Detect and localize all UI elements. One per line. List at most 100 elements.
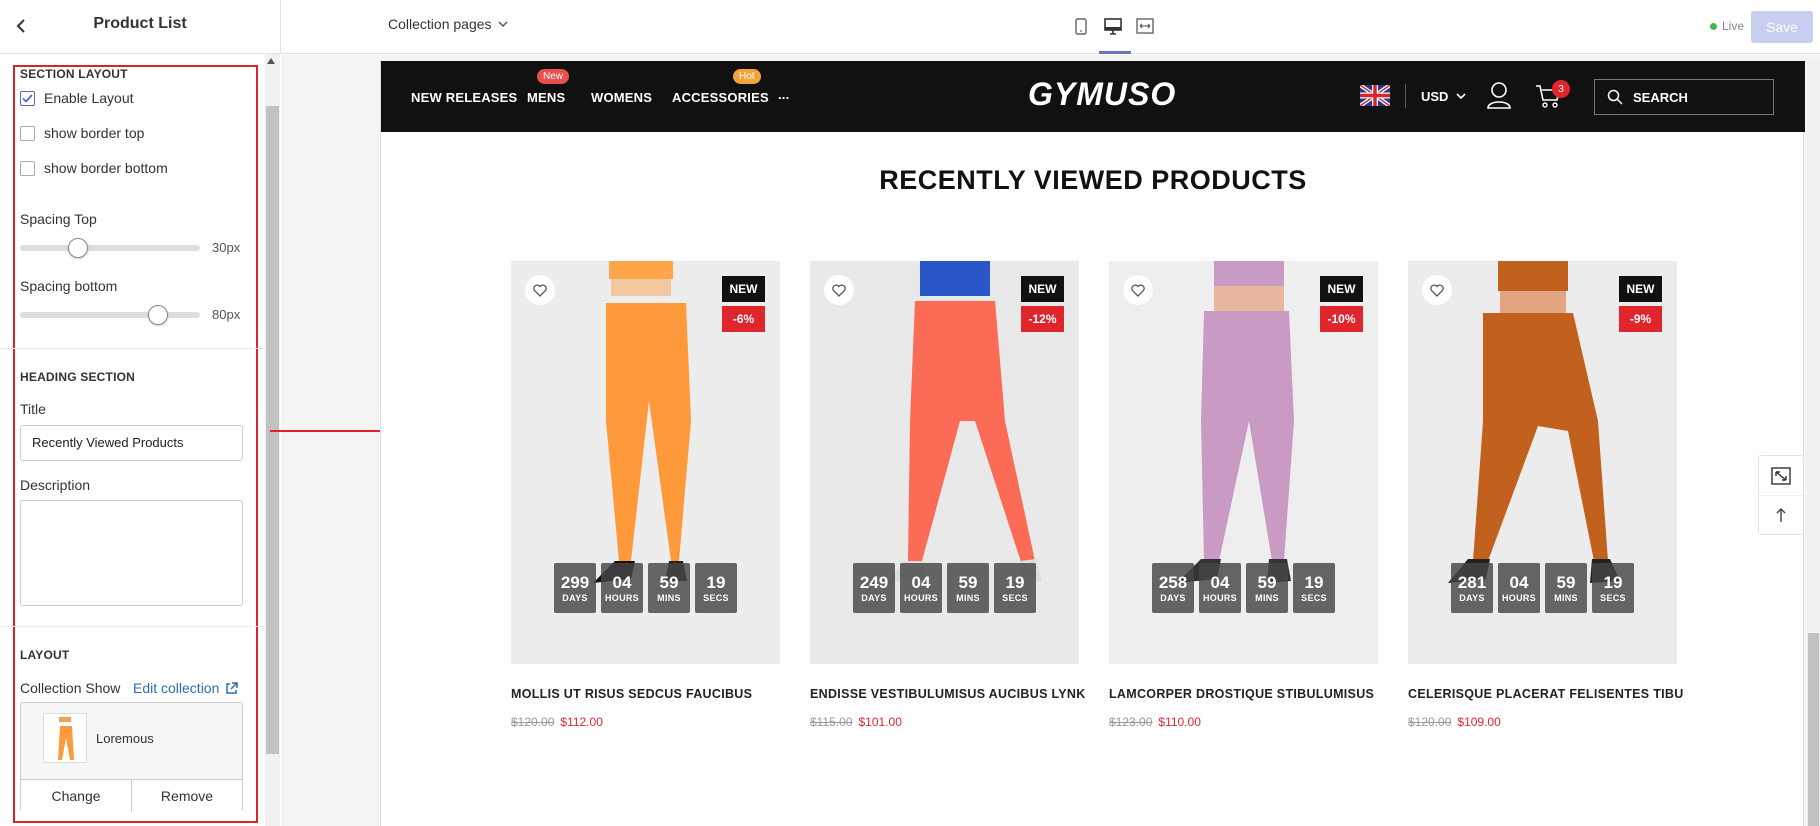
desktop-icon — [1104, 17, 1122, 35]
new-badge: NEW — [722, 276, 765, 302]
page-title: Product List — [93, 15, 187, 32]
checkbox-unchecked[interactable] — [20, 160, 35, 176]
countdown-days-label: DAYS — [861, 592, 887, 603]
border-bottom-checkbox[interactable]: show border bottom — [20, 160, 168, 176]
spacing-bottom-slider[interactable] — [20, 312, 200, 318]
title-input[interactable]: Recently Viewed Products — [20, 425, 243, 461]
store-search-input[interactable]: SEARCH — [1594, 79, 1774, 115]
description-textarea[interactable] — [20, 500, 243, 606]
countdown-days-label: DAYS — [1160, 592, 1186, 603]
preview-scrollbar-thumb[interactable] — [1808, 633, 1819, 826]
countdown-mins-label: MINS — [1255, 592, 1279, 603]
countdown-days-value: 281 — [1457, 572, 1487, 592]
mobile-view-button[interactable] — [1070, 14, 1092, 38]
countdown-mins: 59 MINS — [648, 563, 690, 613]
product-price: $115.00 $101.00 — [810, 715, 1079, 729]
countdown-days-value: 258 — [1158, 572, 1188, 592]
search-placeholder: SEARCH — [1633, 89, 1688, 105]
product-title[interactable]: MOLLIS UT RISUS SEDCUS FAUCIBUS — [511, 687, 780, 701]
desktop-view-button[interactable] — [1102, 14, 1124, 38]
countdown-secs: 19 SECS — [695, 563, 737, 613]
product-image[interactable]: NEW -10% 258 DAYS 04 HOURS 59 MINS 19 SECS — [1109, 261, 1378, 664]
countdown-secs-value: 19 — [1005, 572, 1025, 592]
compare-price: $120.00 — [511, 715, 555, 729]
product-image[interactable]: NEW -9% 281 DAYS 04 HOURS 59 MINS 19 SECS — [1408, 261, 1677, 664]
user-icon[interactable] — [1486, 81, 1512, 109]
discount-badge: -9% — [1619, 306, 1662, 332]
countdown-hours: 04 HOURS — [1199, 563, 1241, 613]
countdown-secs-value: 19 — [1304, 572, 1324, 592]
nav-item-more[interactable]: ... — [778, 87, 789, 102]
save-button[interactable]: Save — [1751, 11, 1813, 43]
countdown-mins: 59 MINS — [947, 563, 989, 613]
enable-layout-checkbox[interactable]: Enable Layout — [20, 90, 134, 106]
countdown-secs: 19 SECS — [1592, 563, 1634, 613]
countdown-mins-value: 59 — [659, 572, 679, 592]
currency-label: USD — [1421, 89, 1449, 104]
scroll-up-arrow-icon[interactable] — [267, 58, 275, 64]
fullwidth-view-button[interactable] — [1134, 14, 1156, 38]
change-button[interactable]: Change — [21, 780, 131, 812]
edit-collection-link[interactable]: Edit collection — [133, 680, 239, 696]
product-title[interactable]: CELERISQUE PLACERAT FELISENTES TIBU — [1408, 687, 1683, 701]
product-image[interactable]: NEW -6% 299 DAYS 04 HOURS 59 MINS 19 SECS — [511, 261, 780, 664]
scroll-top-button[interactable] — [1759, 495, 1803, 534]
spacing-bottom-label: Spacing bottom — [20, 278, 118, 294]
nav-item-new-releases[interactable]: NEW RELEASES — [411, 90, 517, 105]
heart-icon — [832, 283, 846, 297]
discount-badge: -12% — [1021, 306, 1064, 332]
product-image[interactable]: NEW -12% 249 DAYS 04 HOURS 59 MINS 19 SECS — [810, 261, 1079, 664]
countdown-mins-label: MINS — [1554, 592, 1578, 603]
border-top-checkbox[interactable]: show border top — [20, 125, 144, 141]
external-link-icon — [226, 681, 239, 694]
checkbox-unchecked[interactable] — [20, 125, 35, 141]
nav-item-accessories[interactable]: ACCESSORIES — [672, 90, 769, 105]
countdown-hours: 04 HOURS — [601, 563, 643, 613]
chevron-down-icon — [497, 20, 508, 27]
nav-item-womens[interactable]: WOMENS — [591, 90, 652, 105]
sale-price: $110.00 — [1158, 715, 1201, 729]
uk-flag-icon[interactable] — [1360, 85, 1390, 106]
checkbox-checked[interactable] — [20, 90, 35, 106]
layout-heading: LAYOUT — [20, 648, 70, 662]
collection-show-label: Collection Show — [20, 680, 121, 696]
countdown-days: 281 DAYS — [1451, 563, 1493, 613]
sale-price: $101.00 — [858, 715, 902, 729]
wishlist-button[interactable] — [824, 275, 854, 305]
nav-item-mens[interactable]: MENS — [527, 90, 565, 105]
currency-selector[interactable]: USD — [1421, 89, 1467, 104]
nav-badge-new: New — [537, 69, 570, 84]
countdown-mins-label: MINS — [657, 592, 681, 603]
countdown-secs-value: 19 — [706, 572, 726, 592]
product-card[interactable]: NEW -10% 258 DAYS 04 HOURS 59 MINS 19 SECS L… — [1109, 261, 1378, 729]
wishlist-button[interactable] — [1422, 275, 1452, 305]
store-logo[interactable]: GYMUSO — [1028, 76, 1176, 113]
product-card[interactable]: NEW -9% 281 DAYS 04 HOURS 59 MINS 19 SECS CE… — [1408, 261, 1683, 729]
sale-price: $112.00 — [560, 715, 603, 729]
divider — [280, 0, 281, 54]
product-title[interactable]: ENDISSE VESTIBULUMISUS AUCIBUS LYNK — [810, 687, 1085, 701]
spacing-top-slider[interactable] — [20, 245, 200, 251]
spacing-bottom-slider-handle[interactable] — [148, 305, 168, 325]
countdown-mins-value: 59 — [1257, 572, 1277, 592]
product-card[interactable]: NEW -12% 249 DAYS 04 HOURS 59 MINS 19 SECS E… — [810, 261, 1085, 729]
product-price: $123.00 $110.00 — [1109, 715, 1378, 729]
product-title[interactable]: LAMCORPER DROSTIQUE STIBULUMISUS — [1109, 687, 1378, 701]
product-card[interactable]: NEW -6% 299 DAYS 04 HOURS 59 MINS 19 SECS MO… — [511, 261, 780, 729]
wishlist-button[interactable] — [1123, 275, 1153, 305]
wishlist-button[interactable] — [525, 275, 555, 305]
device-switcher — [1070, 14, 1156, 38]
active-device-indicator — [1099, 51, 1131, 54]
floating-toolbar — [1758, 455, 1804, 535]
countdown-hours-label: HOURS — [903, 592, 938, 603]
live-status: Live — [1710, 19, 1744, 33]
template-dropdown[interactable]: Collection pages — [388, 16, 508, 32]
resize-icon — [1771, 466, 1791, 485]
spacing-top-slider-handle[interactable] — [68, 238, 88, 258]
remove-button[interactable]: Remove — [131, 780, 242, 812]
spacing-bottom-value: 80px — [212, 307, 241, 322]
countdown-days-value: 249 — [859, 572, 889, 592]
countdown-timer: 281 DAYS 04 HOURS 59 MINS 19 SECS — [1451, 563, 1634, 613]
resize-button[interactable] — [1759, 456, 1803, 495]
countdown-hours-label: HOURS — [1501, 592, 1536, 603]
